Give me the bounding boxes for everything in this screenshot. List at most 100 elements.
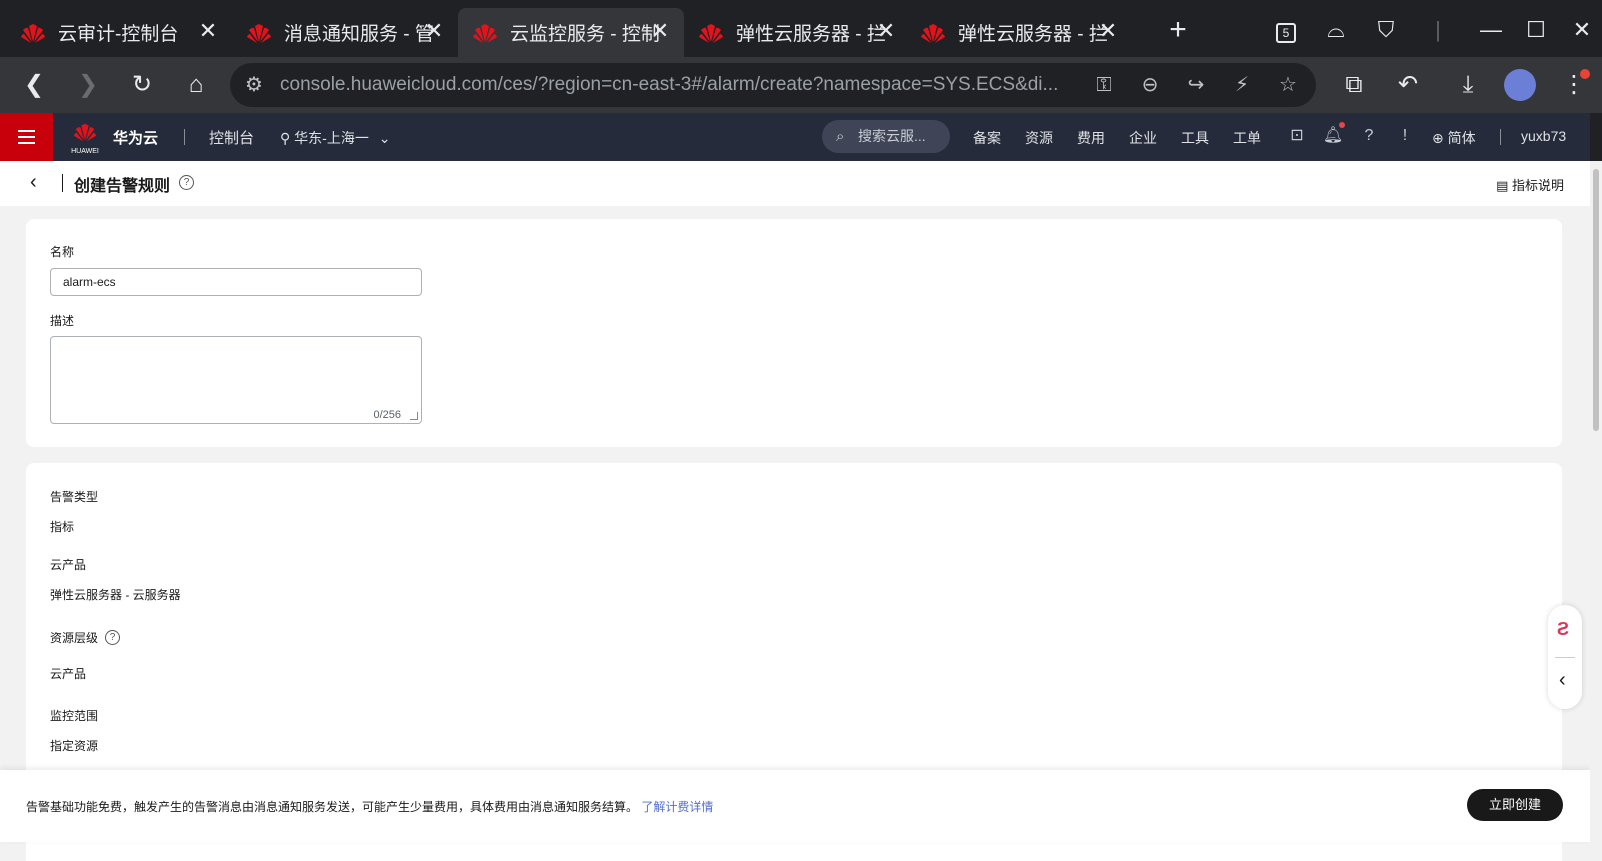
global-search-input[interactable]: ⌕ 搜索云服... (822, 120, 950, 153)
zoom-out-icon[interactable]: ⊖ (1136, 71, 1164, 99)
close-icon[interactable]: ✕ (650, 20, 670, 42)
minimize-icon[interactable]: — (1477, 16, 1505, 44)
name-input[interactable]: alarm-ecs (50, 268, 422, 296)
nav-tools[interactable]: 工具 (1181, 128, 1209, 148)
maximize-icon[interactable]: ☐ (1522, 16, 1550, 44)
assistant-logo-icon[interactable]: Ƨ (1557, 619, 1569, 640)
tab-count: 5 (1276, 23, 1296, 43)
huawei-logo-text: HUAWEI (71, 148, 99, 155)
tab-title: 云审计-控制台 (58, 24, 179, 45)
chevron-left-icon[interactable]: ‹ (1559, 669, 1566, 692)
nav-tickets[interactable]: 工单 (1233, 128, 1261, 148)
browser-toolbar: ❮ ❯ ↻ ⌂ ⚙ console.huaweicloud.com/ces/?r… (0, 57, 1602, 113)
monitoring-scope-label: 监控范围 (50, 709, 99, 723)
help-circle-icon[interactable]: ? (179, 175, 194, 190)
update-badge (1580, 69, 1590, 79)
password-key-icon[interactable]: ⚿ (1090, 71, 1118, 99)
close-icon[interactable]: ✕ (198, 20, 218, 42)
browser-tab-ecs-2[interactable]: 弹性云服务器 - 拦 ✕ (906, 8, 1132, 57)
close-icon[interactable]: ✕ (424, 20, 444, 42)
page-content: ‹ 创建告警规则 ? ▤ 指标说明 名称 alarm-ecs 描述 0/256 … (0, 161, 1590, 861)
description-label: 描述 (50, 314, 75, 328)
site-settings-icon[interactable]: ⚙ (240, 71, 268, 99)
reload-icon[interactable]: ↻ (126, 69, 158, 101)
floating-assistant-panel: Ƨ ‹ (1548, 605, 1582, 709)
share-icon[interactable]: ↪ (1182, 71, 1210, 99)
globe-icon: ⊕ (1432, 130, 1444, 146)
alarm-type-value: 指标 (50, 520, 75, 534)
huawei-favicon-icon (473, 23, 497, 43)
page-header: ‹ 创建告警规则 ? ▤ 指标说明 (0, 161, 1590, 206)
language-selector[interactable]: ⊕ 简体 (1432, 128, 1476, 148)
url-text[interactable]: console.huaweicloud.com/ces/?region=cn-e… (280, 74, 1080, 96)
divider (1500, 129, 1501, 145)
scrollbar-thumb[interactable] (1593, 169, 1599, 431)
browser-tab-smn[interactable]: 消息通知服务 - 管 ✕ (232, 8, 458, 57)
new-tab-button[interactable]: + (1163, 15, 1193, 46)
back-icon[interactable]: ❮ (18, 69, 50, 101)
nav-filing[interactable]: 备案 (973, 128, 1001, 148)
divider (184, 129, 185, 145)
brand-name[interactable]: 华为云 (113, 127, 158, 148)
cloud-product-value: 弹性云服务器 - 云服务器 (50, 588, 181, 602)
resource-level-value: 云产品 (50, 667, 87, 681)
tab-count-button[interactable]: 5 (1272, 16, 1300, 44)
browser-window: 云审计-控制台 ✕ 消息通知服务 - 管 ✕ 云监控服务 - 控制 ✕ 弹性云服… (0, 0, 1602, 861)
location-pin-icon: ⚲ (280, 130, 291, 146)
browser-tab-ces[interactable]: 云监控服务 - 控制 ✕ (458, 8, 684, 57)
document-icon: ▤ (1496, 178, 1509, 193)
console-link[interactable]: 控制台 (209, 127, 254, 148)
extensions-puzzle-icon[interactable]: ⧉ (1338, 69, 1370, 101)
extension-shirt-icon[interactable]: ⛉ (1372, 16, 1400, 44)
window-divider: | (1435, 17, 1441, 42)
language-label: 简体 (1447, 130, 1476, 146)
notification-bell-icon[interactable]: 🔔︎ (1322, 125, 1344, 147)
huawei-favicon-icon (247, 23, 271, 43)
name-label: 名称 (50, 245, 75, 259)
service-menu-button[interactable] (0, 113, 53, 161)
help-icon[interactable]: ? (1358, 125, 1380, 147)
download-icon[interactable]: ⤓ (1452, 69, 1484, 101)
metric-help-label: 指标说明 (1511, 178, 1564, 193)
help-circle-icon[interactable]: ? (105, 630, 120, 645)
close-icon[interactable]: ✕ (876, 20, 896, 42)
cloud-product-label: 云产品 (50, 558, 87, 572)
billing-notice-text: 告警基础功能免费，触发产生的告警消息由消息通知服务发送，可能产生少量费用，具体费… (26, 800, 639, 814)
basic-info-card: 名称 alarm-ecs 描述 0/256 (26, 219, 1562, 447)
browser-tab-ecs-1[interactable]: 弹性云服务器 - 拦 ✕ (684, 8, 910, 57)
bookmark-star-icon[interactable]: ☆ (1274, 71, 1302, 99)
feedback-icon[interactable]: ! (1394, 125, 1416, 147)
resize-handle-icon[interactable] (410, 412, 418, 420)
browser-tab-cts[interactable]: 云审计-控制台 ✕ (6, 8, 232, 57)
search-placeholder: 搜索云服... (858, 128, 926, 144)
nav-resources[interactable]: 资源 (1025, 128, 1053, 148)
cloud-shell-icon[interactable]: ⊡ (1286, 125, 1308, 147)
profile-avatar[interactable] (1504, 69, 1536, 101)
close-icon[interactable]: ✕ (1098, 20, 1118, 42)
huawei-logo[interactable]: HUAWEI (68, 120, 102, 155)
nav-billing[interactable]: 费用 (1077, 128, 1105, 148)
billing-notice: 告警基础功能免费，触发产生的告警消息由消息通知服务发送，可能产生少量费用，具体费… (26, 798, 713, 815)
back-arrow-icon[interactable]: ‹ (30, 171, 37, 194)
page-scrollbar[interactable] (1590, 161, 1602, 861)
forward-icon[interactable]: ❯ (72, 69, 104, 101)
tab-title: 消息通知服务 - 管 (284, 24, 434, 45)
nav-enterprise[interactable]: 企业 (1129, 128, 1157, 148)
lightning-icon[interactable]: ⚡ (1228, 71, 1256, 99)
user-account[interactable]: yuxb73 (1521, 128, 1566, 144)
resource-level-label: 资源层级 (50, 631, 99, 645)
region-selector[interactable]: ⚲ 华东-上海一 ⌄ (280, 128, 390, 148)
address-bar[interactable]: ⚙ console.huaweicloud.com/ces/?region=cn… (230, 63, 1316, 107)
metric-description-link[interactable]: ▤ 指标说明 (1496, 175, 1564, 194)
home-icon[interactable]: ⌂ (180, 69, 212, 101)
incognito-icon[interactable]: ⌓ (1322, 16, 1350, 44)
description-textarea[interactable]: 0/256 (50, 336, 422, 424)
huawei-topbar: HUAWEI 华为云 控制台 ⚲ 华东-上海一 ⌄ ⌕ 搜索云服... 备案 资… (0, 113, 1590, 161)
tab-strip: 云审计-控制台 ✕ 消息通知服务 - 管 ✕ 云监控服务 - 控制 ✕ 弹性云服… (0, 0, 1602, 57)
create-now-button[interactable]: 立即创建 (1467, 789, 1563, 821)
billing-details-link[interactable]: 了解计费详情 (641, 800, 713, 814)
chevron-down-icon: ⌄ (378, 130, 391, 146)
tab-title: 弹性云服务器 - 拦 (958, 24, 1108, 45)
window-close-icon[interactable]: ✕ (1568, 16, 1596, 44)
history-undo-icon[interactable]: ↶ (1392, 69, 1424, 101)
